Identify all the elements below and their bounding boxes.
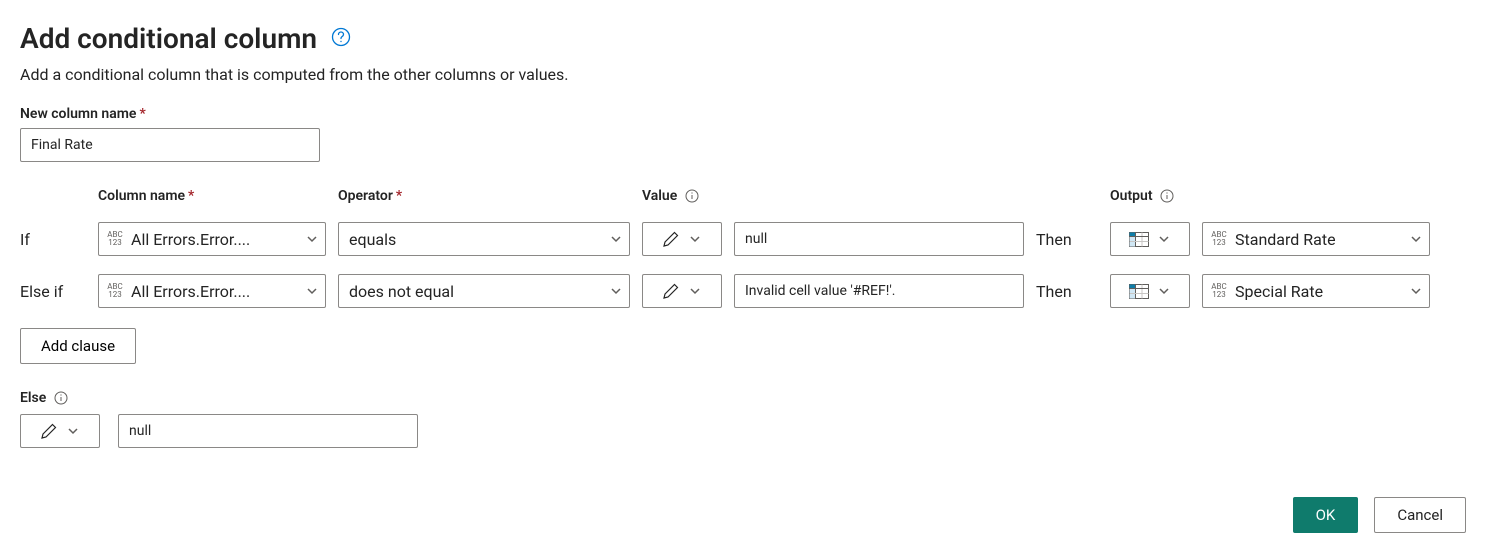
abc123-icon: ABC123 xyxy=(105,231,125,247)
table-icon xyxy=(1129,284,1149,299)
chevron-down-icon xyxy=(1157,284,1171,298)
cancel-button[interactable]: Cancel xyxy=(1374,497,1466,533)
value-input[interactable] xyxy=(734,222,1024,256)
chevron-down-icon xyxy=(609,284,623,298)
chevron-down-icon xyxy=(609,232,623,246)
column-name-value: All Errors.Error.... xyxy=(131,230,250,249)
else-label: Else xyxy=(20,390,1466,406)
new-column-name-label: New column name* xyxy=(20,106,1466,122)
chevron-down-icon xyxy=(688,284,702,298)
abc123-icon: ABC123 xyxy=(105,283,125,299)
output-type-dropdown[interactable] xyxy=(1110,274,1190,308)
chevron-down-icon xyxy=(688,232,702,246)
add-clause-button[interactable]: Add clause xyxy=(20,328,136,364)
then-label: Then xyxy=(1036,282,1098,301)
new-column-name-input[interactable] xyxy=(20,128,320,162)
info-icon[interactable] xyxy=(50,390,68,406)
abc123-icon: ABC123 xyxy=(1209,283,1229,299)
chevron-down-icon xyxy=(305,232,319,246)
operator-value: equals xyxy=(345,230,396,249)
chevron-down-icon xyxy=(1157,232,1171,246)
output-type-dropdown[interactable] xyxy=(1110,222,1190,256)
column-name-dropdown[interactable]: ABC123 All Errors.Error.... xyxy=(98,222,326,256)
chevron-down-icon xyxy=(305,284,319,298)
value-type-dropdown[interactable] xyxy=(642,274,722,308)
row-prefix-elseif: Else if xyxy=(20,282,86,301)
output-value: Standard Rate xyxy=(1235,230,1336,249)
ok-button[interactable]: OK xyxy=(1293,497,1359,533)
pencil-icon xyxy=(662,230,680,248)
value-input[interactable] xyxy=(734,274,1024,308)
info-icon[interactable] xyxy=(681,188,699,204)
then-label: Then xyxy=(1036,230,1098,249)
operator-dropdown[interactable]: does not equal xyxy=(338,274,630,308)
operator-dropdown[interactable]: equals xyxy=(338,222,630,256)
help-icon[interactable] xyxy=(331,27,351,51)
else-value-input[interactable] xyxy=(118,414,418,448)
chevron-down-icon xyxy=(1409,232,1423,246)
row-prefix-if: If xyxy=(20,230,86,249)
else-type-dropdown[interactable] xyxy=(20,414,100,448)
value-type-dropdown[interactable] xyxy=(642,222,722,256)
chevron-down-icon xyxy=(1409,284,1423,298)
pencil-icon xyxy=(662,282,680,300)
table-icon xyxy=(1129,232,1149,247)
abc123-icon: ABC123 xyxy=(1209,231,1229,247)
header-value: Value xyxy=(642,188,1024,204)
dialog-title: Add conditional column xyxy=(20,22,317,55)
header-column-name: Column name* xyxy=(98,188,326,204)
header-output: Output xyxy=(1110,188,1430,204)
chevron-down-icon xyxy=(66,424,80,438)
output-value: Special Rate xyxy=(1235,282,1323,301)
dialog-subtitle: Add a conditional column that is compute… xyxy=(20,65,1466,84)
output-column-dropdown[interactable]: ABC123 Special Rate xyxy=(1202,274,1430,308)
pencil-icon xyxy=(40,422,58,440)
header-operator: Operator* xyxy=(338,188,630,204)
column-name-value: All Errors.Error.... xyxy=(131,282,250,301)
output-column-dropdown[interactable]: ABC123 Standard Rate xyxy=(1202,222,1430,256)
operator-value: does not equal xyxy=(345,282,454,301)
column-name-dropdown[interactable]: ABC123 All Errors.Error.... xyxy=(98,274,326,308)
info-icon[interactable] xyxy=(1156,188,1174,204)
